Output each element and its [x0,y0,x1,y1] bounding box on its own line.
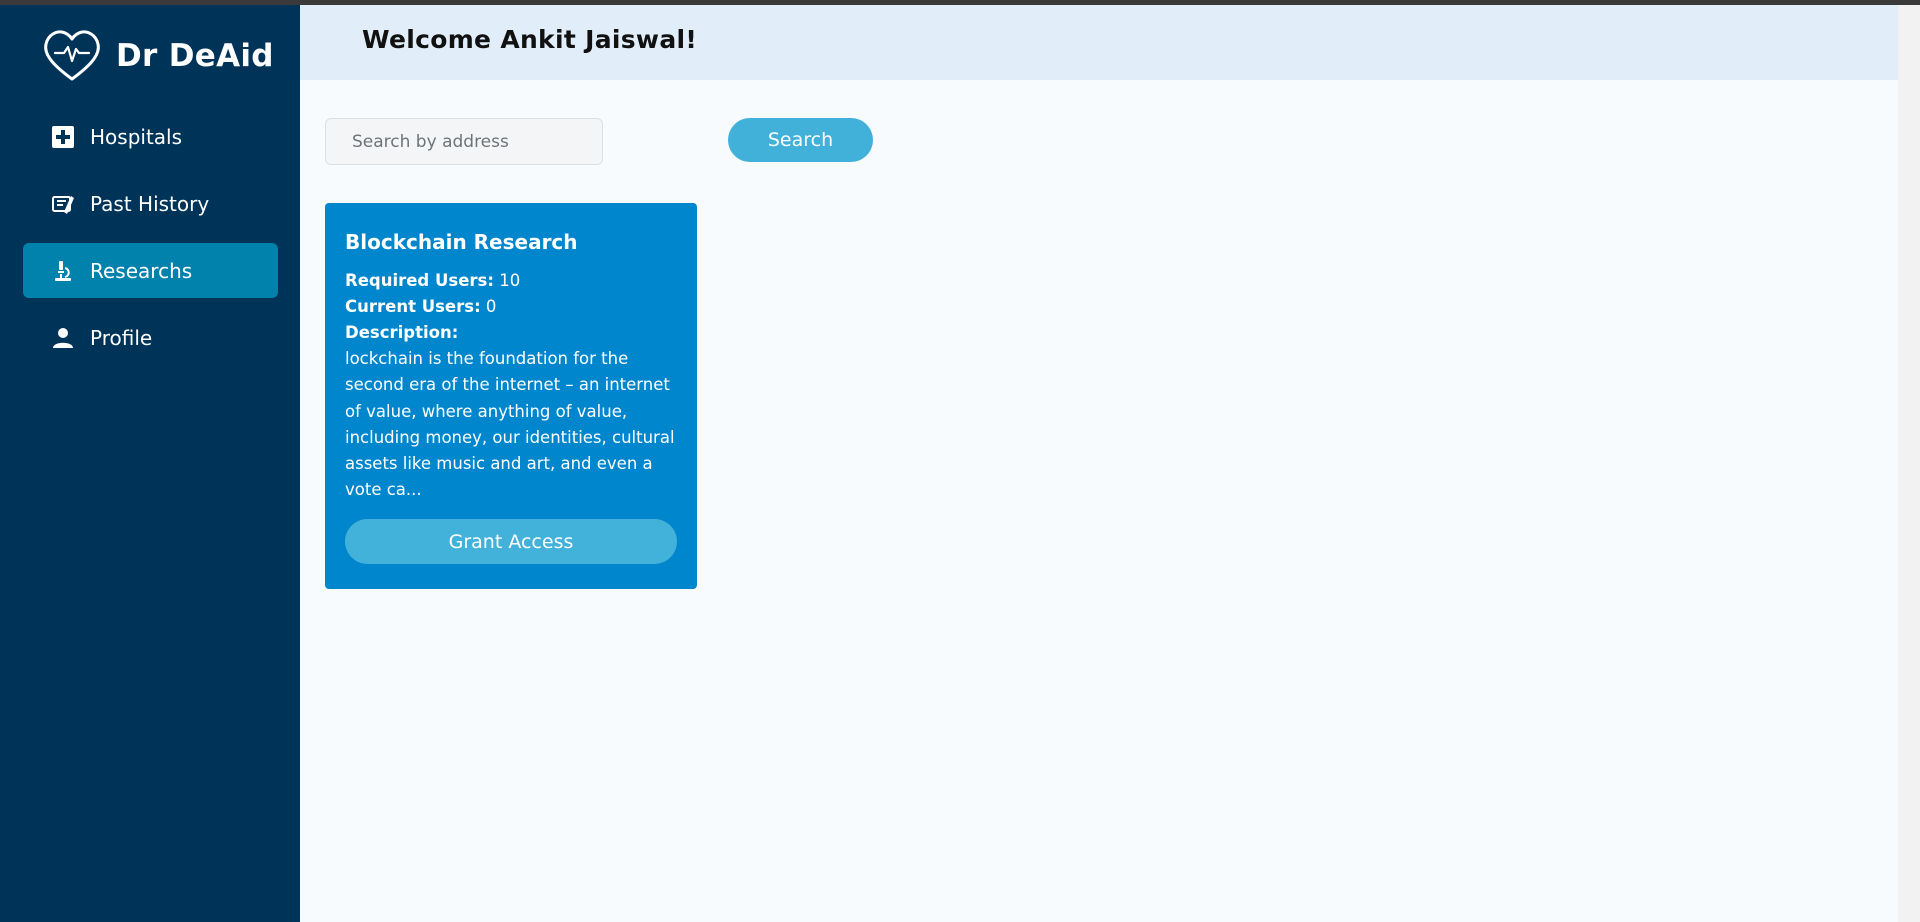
sidebar-item-label: Profile [90,325,153,350]
sidebar-item-past-history[interactable]: Past History [23,176,278,231]
current-users-label: Current Users: [345,297,481,316]
required-users: Required Users: 10 [345,268,677,294]
sidebar-item-label: Past History [90,191,210,216]
sidebar-item-hospitals[interactable]: Hospitals [23,109,278,164]
description-label-text: Description: [345,323,459,342]
page-title: Welcome Ankit Jaiswal! [362,25,698,54]
microscope-icon [50,258,76,284]
sidebar-item-profile[interactable]: Profile [23,310,278,365]
sidebar-nav: Hospitals Past History Researchs Profile [23,109,278,377]
current-users-value: 0 [485,297,497,316]
hospital-plus-icon [50,124,76,150]
research-title: Blockchain Research [345,230,578,254]
current-users: Current Users: 0 [345,294,677,320]
sidebar-item-label: Hospitals [90,124,183,149]
history-records-icon [50,191,76,217]
scrollbar[interactable] [1898,5,1920,922]
user-icon [50,325,76,351]
app-logo[interactable]: Dr DeAid [42,27,274,85]
research-description: lockchain is the foundation for the seco… [345,349,675,500]
sidebar: Dr DeAid Hospitals Past History Research… [0,5,300,922]
app-name: Dr DeAid [116,38,274,74]
required-users-label: Required Users: [345,271,494,290]
research-card: Blockchain Research Required Users: 10 C… [325,203,697,589]
description-label: Description: [345,320,677,346]
grant-access-button[interactable]: Grant Access [345,519,677,564]
sidebar-item-label: Researchs [90,258,193,283]
required-users-value: 10 [499,271,521,290]
search-button[interactable]: Search [728,118,873,162]
sidebar-item-researchs[interactable]: Researchs [23,243,278,298]
search-input[interactable] [325,118,603,165]
heart-pulse-icon [44,30,100,81]
page-header: Welcome Ankit Jaiswal! [300,5,1898,80]
